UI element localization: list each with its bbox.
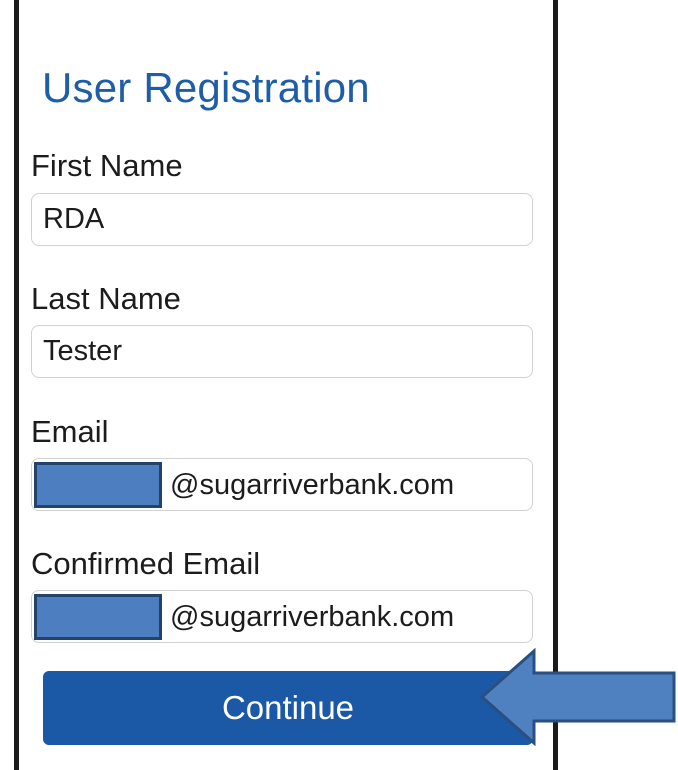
email-field[interactable]: @sugarriverbank.com bbox=[31, 458, 533, 511]
first-name-label: First Name bbox=[31, 148, 183, 183]
confirmed-email-label: Confirmed Email bbox=[31, 546, 261, 581]
page-title: User Registration bbox=[42, 64, 370, 111]
redaction-box bbox=[34, 594, 162, 640]
first-name-value: RDA bbox=[43, 203, 105, 235]
email-domain-value: @sugarriverbank.com bbox=[170, 469, 455, 501]
last-name-field[interactable]: Tester bbox=[31, 325, 533, 378]
redaction-box bbox=[34, 462, 162, 508]
first-name-field[interactable]: RDA bbox=[31, 193, 533, 246]
last-name-value: Tester bbox=[43, 335, 122, 367]
last-name-label: Last Name bbox=[31, 281, 181, 316]
confirmed-email-domain-value: @sugarriverbank.com bbox=[170, 601, 455, 633]
confirmed-email-field[interactable]: @sugarriverbank.com bbox=[31, 590, 533, 643]
email-label: Email bbox=[31, 414, 109, 449]
arrow-left-icon bbox=[479, 648, 676, 746]
continue-button[interactable]: Continue bbox=[43, 671, 533, 745]
